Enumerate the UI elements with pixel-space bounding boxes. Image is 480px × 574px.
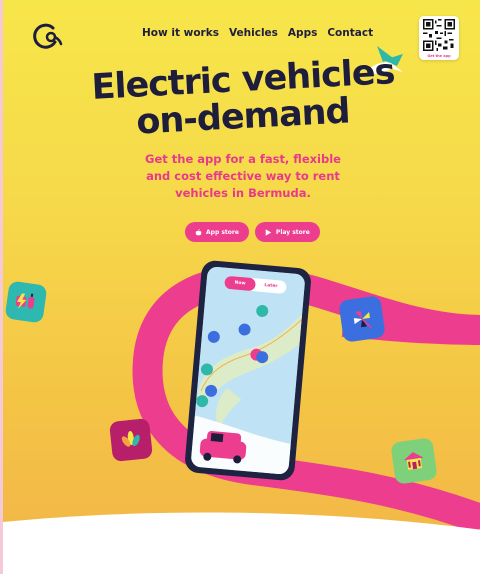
house-app-icon: [390, 437, 438, 485]
app-store-label: App store: [206, 228, 239, 236]
house-icon: [403, 452, 424, 470]
nav-apps[interactable]: Apps: [288, 27, 317, 39]
flower-app-icon: [109, 418, 153, 462]
play-icon: [265, 228, 272, 236]
bottom-curve: [3, 512, 480, 574]
pinwheel-icon: [353, 311, 372, 329]
nav-vehicles[interactable]: Vehicles: [229, 27, 278, 39]
hero-subtitle: Get the app for a fast, flexible and cos…: [145, 152, 341, 200]
qr-code[interactable]: Get the app: [419, 16, 459, 60]
flower-icon: [121, 431, 140, 447]
toggle-later[interactable]: Later: [255, 278, 287, 294]
toggle-now[interactable]: Now: [224, 275, 257, 292]
page: How it works Vehicles Apps Contact Get t…: [0, 0, 480, 574]
lightning-icon: [15, 293, 35, 309]
main-nav: How it works Vehicles Apps Contact: [142, 27, 373, 39]
phone-mockup: Now Later: [183, 259, 313, 482]
logo-icon[interactable]: [31, 20, 63, 52]
play-store-label: Play store: [275, 228, 310, 236]
store-buttons: App store Play store: [185, 222, 320, 242]
pinwheel-app-icon: [338, 295, 386, 343]
hero-title: Electric vehicles on-demand: [63, 52, 423, 142]
qr-icon: [423, 19, 455, 51]
qr-label: Get the app: [427, 54, 451, 58]
phone-screen: Now Later: [190, 266, 306, 475]
app-store-button[interactable]: App store: [185, 222, 249, 242]
lightning-app-icon: [4, 280, 48, 324]
map-view: [190, 266, 306, 475]
nav-contact[interactable]: Contact: [327, 27, 373, 39]
play-store-button[interactable]: Play store: [254, 222, 320, 242]
nav-how-it-works[interactable]: How it works: [142, 27, 219, 39]
apple-icon: [195, 228, 202, 235]
